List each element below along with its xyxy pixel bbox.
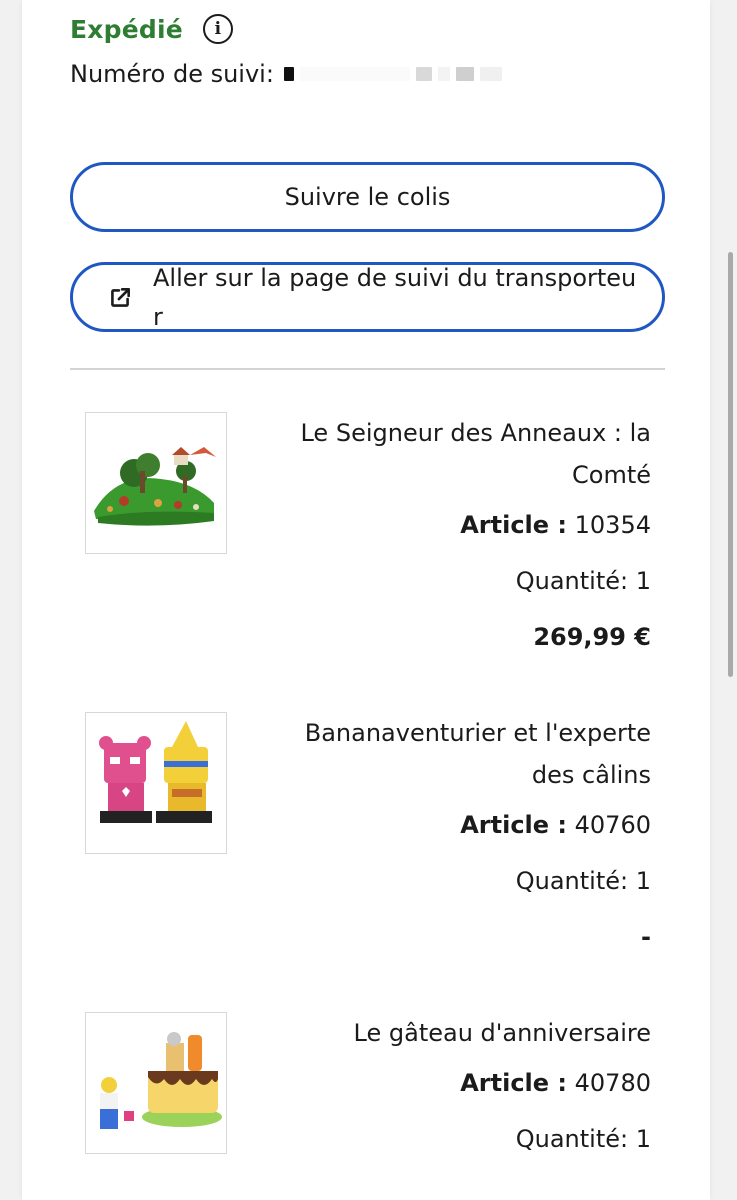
tracking-number-row: Numéro de suivi: (70, 60, 502, 88)
product-title[interactable]: Le Seigneur des Anneaux : la Comté (281, 412, 651, 496)
product-quantity: Quantité: 1 (515, 1125, 651, 1153)
article-number: 40780 (574, 1069, 651, 1097)
product-image[interactable] (85, 1012, 227, 1154)
product-price: - (641, 923, 651, 951)
product-price: 269,99 € (533, 623, 651, 651)
product-article: Article : 40780 (281, 1066, 651, 1100)
tracking-label: Numéro de suivi: (70, 60, 274, 88)
shipment-status-row: Expédié i (70, 14, 233, 44)
external-link-icon (111, 288, 130, 307)
product-info: Le gâteau d'anniversaire Article : 40780… (281, 1012, 651, 1156)
divider (70, 368, 665, 370)
shipment-status: Expédié (70, 14, 183, 44)
product-image[interactable] (85, 712, 227, 854)
product-title[interactable]: Le gâteau d'anniversaire (281, 1012, 651, 1054)
carrier-tracking-button[interactable]: Aller sur la page de suivi du transporte… (70, 262, 665, 332)
product-title[interactable]: Bananaventurier et l'experte des câlins (281, 712, 651, 796)
info-icon[interactable]: i (202, 14, 233, 44)
article-number: 40760 (574, 811, 651, 839)
tracking-number-redacted (283, 67, 502, 81)
article-number: 10354 (574, 511, 651, 539)
product-article: Article : 10354 (281, 508, 651, 542)
birthday-cake-illustration (86, 1013, 226, 1153)
brickheadz-illustration (86, 713, 226, 853)
product-info: Bananaventurier et l'experte des câlins … (281, 712, 651, 954)
article-label: Article : (460, 811, 567, 839)
product-quantity: Quantité: 1 (515, 867, 651, 895)
track-parcel-button[interactable]: Suivre le colis (70, 162, 665, 232)
product-quantity: Quantité: 1 (515, 567, 651, 595)
carrier-tracking-label: Aller sur la page de suivi du transporte… (153, 264, 637, 331)
product-image[interactable] (85, 412, 227, 554)
article-label: Article : (460, 511, 567, 539)
product-article: Article : 40760 (281, 808, 651, 842)
scrollbar[interactable] (728, 252, 733, 677)
order-shipment-card: Expédié i Numéro de suivi: Suivre le col… (22, 0, 710, 1200)
product-info: Le Seigneur des Anneaux : la Comté Artic… (281, 412, 651, 654)
article-label: Article : (460, 1069, 567, 1097)
track-parcel-label: Suivre le colis (284, 183, 451, 211)
shire-set-illustration (86, 413, 226, 553)
